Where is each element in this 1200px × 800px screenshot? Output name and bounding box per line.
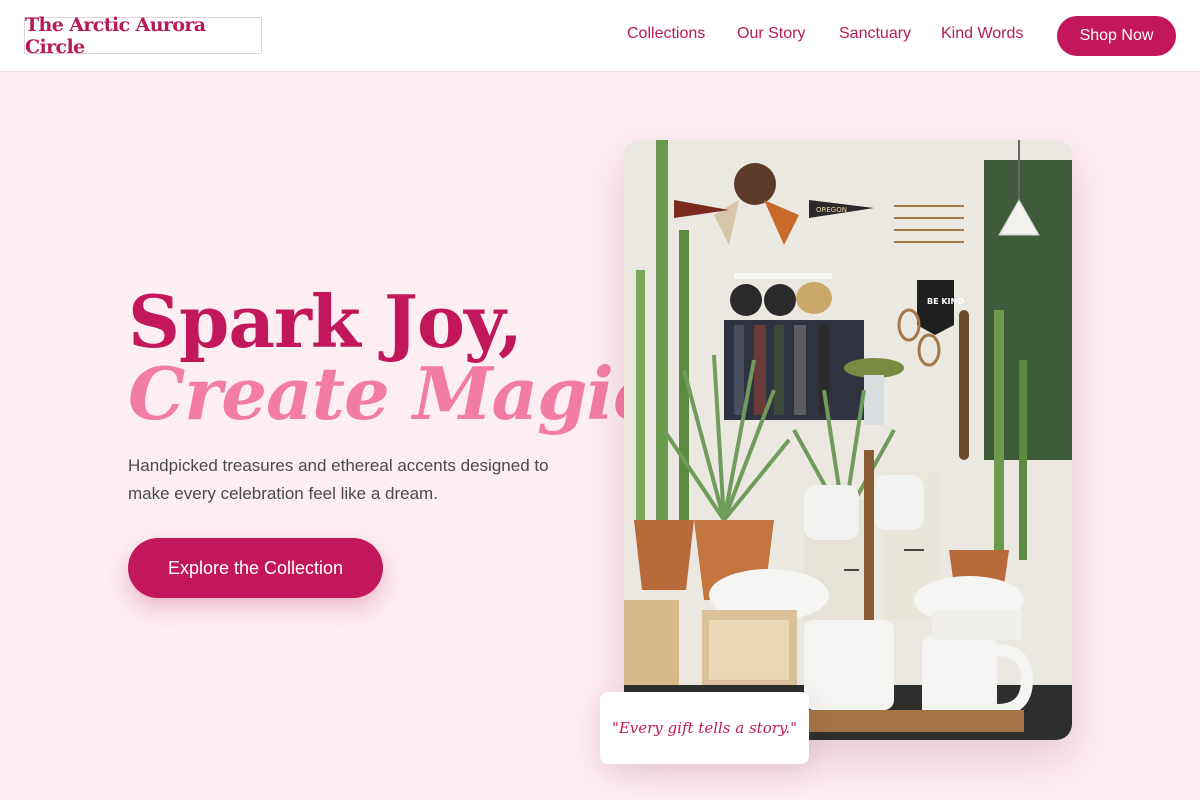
nav-link-our-story[interactable]: Our Story — [737, 25, 805, 43]
be-kind-banner-text: BE KIND — [927, 297, 964, 306]
hero-subtitle: Handpicked treasures and ethereal accent… — [128, 456, 549, 503]
nav-link-sanctuary[interactable]: Sanctuary — [839, 25, 911, 43]
nav-link-collections[interactable]: Collections — [627, 25, 705, 43]
shop-now-button[interactable]: Shop Now — [1057, 16, 1176, 56]
oregon-pennant-text: OREGON — [816, 206, 847, 214]
hero-shop-photo: OREGON BE KIND — [624, 140, 1072, 740]
quote-card: "Every gift tells a story." — [600, 692, 809, 764]
brand-logo[interactable]: The Arctic Aurora Circle — [24, 14, 262, 58]
nav-link-kind-words[interactable]: Kind Words — [941, 25, 1023, 43]
hero-headline-line2: Create Magic. — [128, 351, 681, 436]
explore-collection-button[interactable]: Explore the Collection — [128, 538, 383, 598]
site-header: The Arctic Aurora Circle Collections Our… — [0, 0, 1200, 72]
